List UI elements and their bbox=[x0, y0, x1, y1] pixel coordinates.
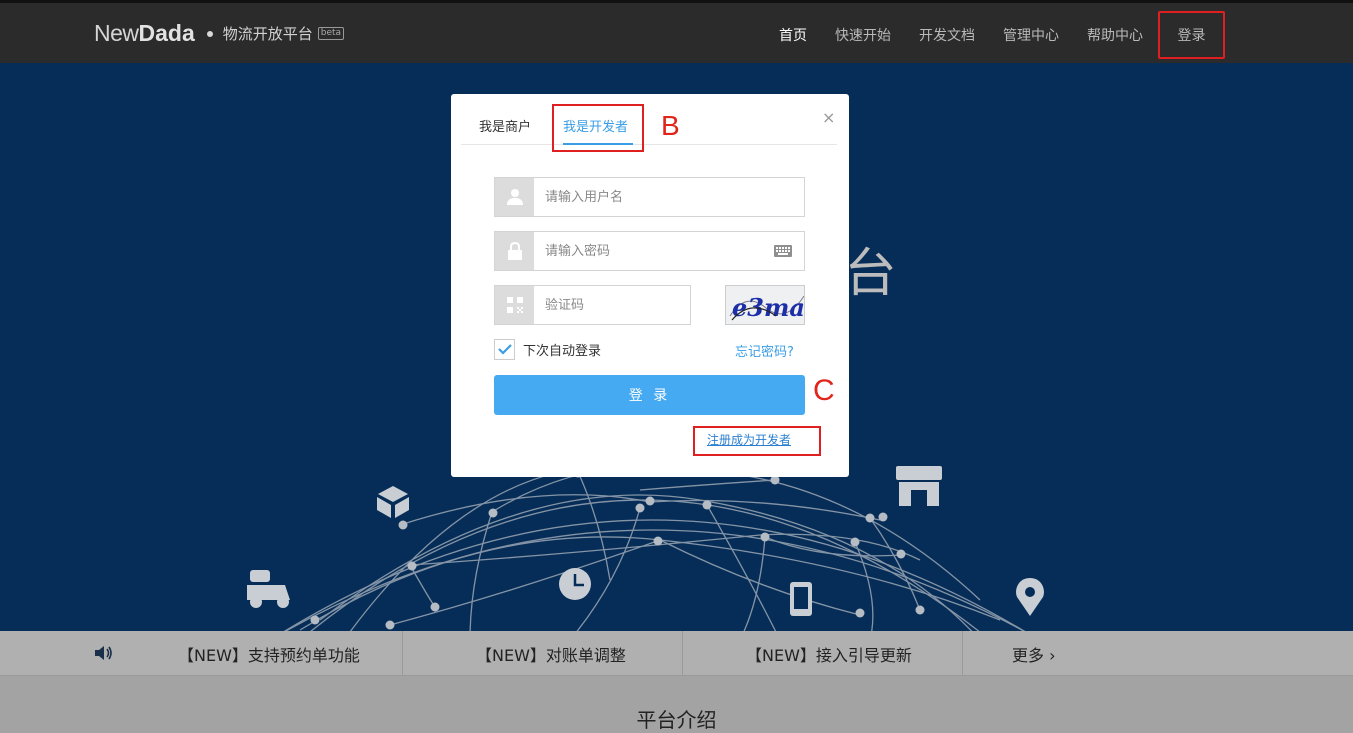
platform-name: 物流开放平台 bbox=[222, 25, 313, 43]
captcha-input[interactable] bbox=[534, 287, 684, 323]
nav-home[interactable]: 首页 bbox=[779, 25, 807, 45]
nav-admin-center[interactable]: 管理中心 bbox=[1003, 25, 1059, 45]
notice-item-booking[interactable]: 【NEW】支持预约单功能 bbox=[178, 631, 360, 676]
captcha-field bbox=[494, 285, 691, 325]
captcha-image[interactable]: e3ma bbox=[725, 285, 805, 325]
section-title-platform-intro: 平台介绍 bbox=[636, 708, 717, 732]
site-logo[interactable]: New Dada 物流开放平台 beta bbox=[94, 20, 345, 47]
nav-login-link[interactable]: 登录 bbox=[1158, 11, 1225, 59]
login-button[interactable]: 登 录 bbox=[494, 375, 805, 415]
clock-icon bbox=[559, 568, 591, 600]
notice-item-statement[interactable]: 【NEW】对账单调整 bbox=[476, 631, 626, 676]
forgot-password-link[interactable]: 忘记密码? bbox=[735, 341, 794, 360]
beta-badge: beta bbox=[317, 27, 345, 40]
lock-icon bbox=[495, 232, 534, 270]
scooter-icon bbox=[247, 570, 290, 608]
logo-text-dada: Dada bbox=[138, 20, 195, 46]
annotation-c: C bbox=[813, 374, 835, 407]
close-icon[interactable]: × bbox=[822, 108, 835, 127]
login-modal: 我是商户 我是开发者 B × e3ma bbox=[451, 94, 849, 477]
captcha-text: e3ma bbox=[732, 293, 805, 322]
speaker-icon bbox=[95, 646, 112, 660]
register-developer-link[interactable]: 注册成为开发者 bbox=[707, 431, 791, 448]
remember-checkbox[interactable] bbox=[494, 339, 515, 360]
main-nav: 首页 快速开始 开发文档 管理中心 帮助中心 bbox=[779, 25, 1143, 45]
notice-divider bbox=[962, 631, 963, 676]
package-icon bbox=[377, 486, 409, 518]
notice-bar: 【NEW】支持预约单功能 【NEW】对账单调整 【NEW】接入引导更新 更多 › bbox=[0, 631, 1353, 676]
logo-text-new: New bbox=[94, 20, 139, 46]
highlight-box-b bbox=[552, 104, 644, 152]
notice-divider bbox=[402, 631, 403, 676]
keyboard-icon[interactable] bbox=[774, 245, 792, 257]
annotation-b: B bbox=[661, 110, 680, 141]
qr-code-icon bbox=[495, 286, 534, 324]
remember-me: 下次自动登录 bbox=[494, 339, 601, 360]
notice-divider bbox=[682, 631, 683, 676]
username-field bbox=[494, 177, 805, 217]
location-pin-icon bbox=[1016, 578, 1044, 616]
shop-icon bbox=[896, 466, 942, 506]
login-type-tabs: 我是商户 我是开发者 bbox=[461, 94, 837, 145]
top-navigation: New Dada 物流开放平台 beta 首页 快速开始 开发文档 管理中心 帮助… bbox=[0, 0, 1353, 63]
user-icon bbox=[495, 178, 534, 216]
remember-label: 下次自动登录 bbox=[523, 344, 602, 359]
nav-dev-docs[interactable]: 开发文档 bbox=[919, 25, 975, 45]
password-input[interactable] bbox=[534, 233, 764, 269]
notice-item-guide[interactable]: 【NEW】接入引导更新 bbox=[746, 631, 912, 676]
nav-quick-start[interactable]: 快速开始 bbox=[835, 25, 891, 45]
phone-icon bbox=[790, 582, 812, 616]
username-input[interactable] bbox=[534, 179, 804, 215]
logo-dot-icon bbox=[206, 30, 213, 37]
nav-help-center[interactable]: 帮助中心 bbox=[1087, 25, 1143, 45]
notice-more-link[interactable]: 更多 › bbox=[1012, 631, 1056, 676]
password-field bbox=[494, 231, 805, 271]
tab-merchant[interactable]: 我是商户 bbox=[479, 116, 531, 135]
